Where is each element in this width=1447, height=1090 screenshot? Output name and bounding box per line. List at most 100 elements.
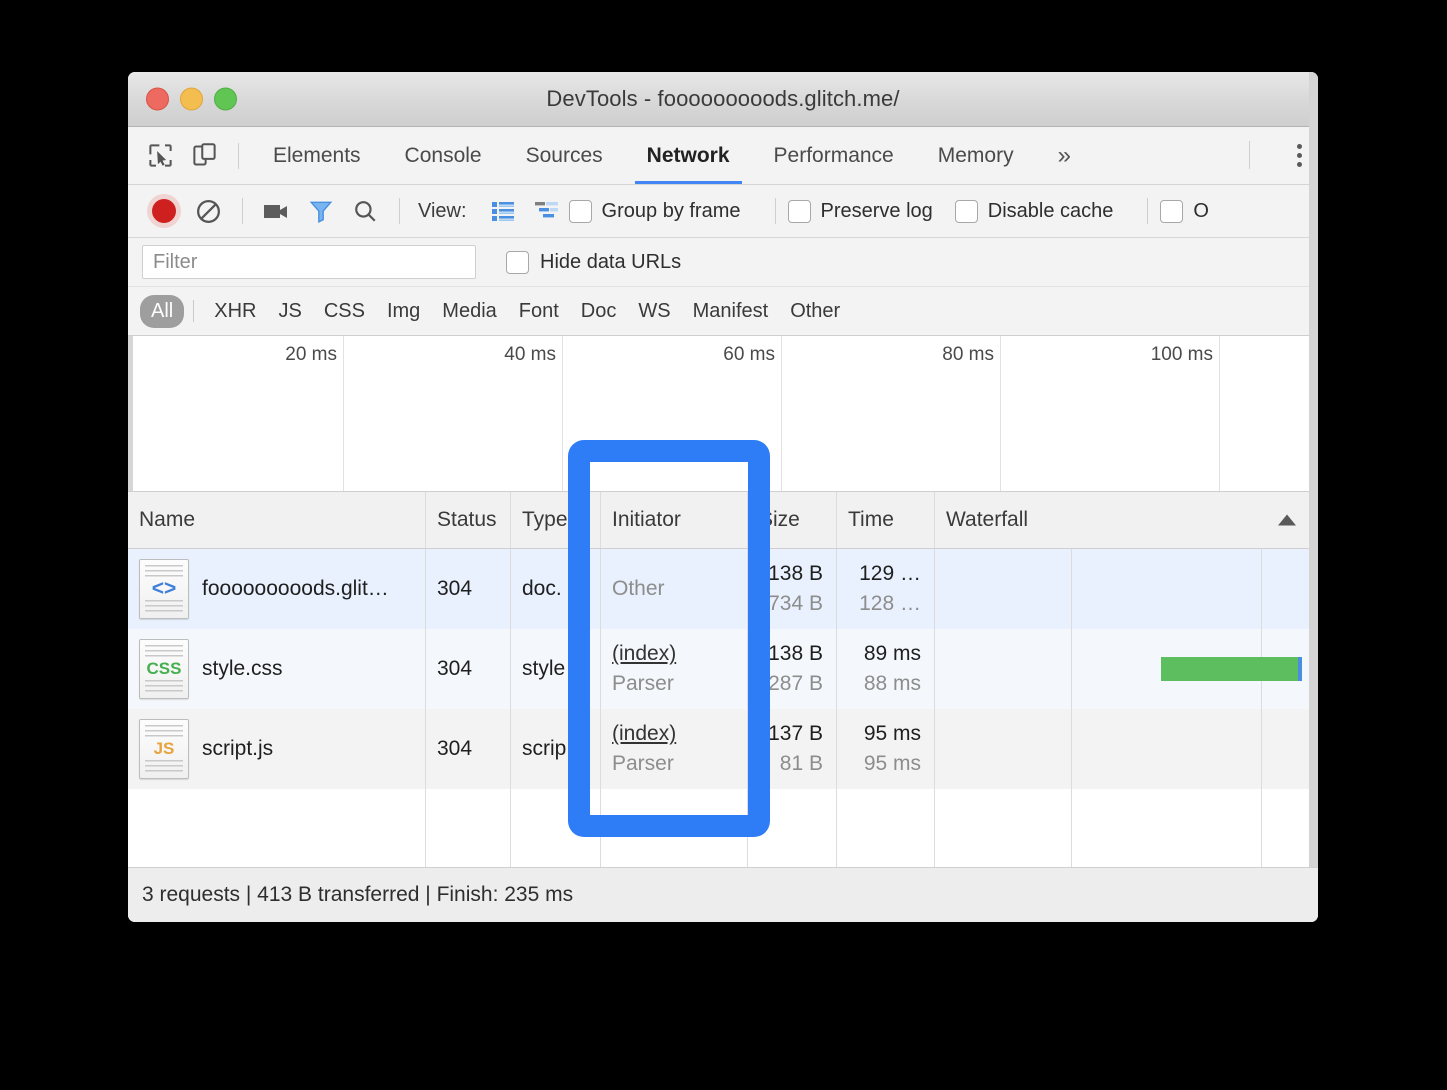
column-header-name[interactable]: Name xyxy=(128,492,426,548)
waterfall-gridline xyxy=(1261,709,1262,789)
type-filter-doc[interactable]: Doc xyxy=(570,295,628,328)
table-row[interactable]: CSS style.css 304 style (index) Parser 1… xyxy=(128,629,1318,709)
group-by-frame-box[interactable] xyxy=(568,199,592,223)
type-filter-manifest[interactable]: Manifest xyxy=(682,295,780,328)
disable-cache-box[interactable] xyxy=(954,199,978,223)
type-filter-css[interactable]: CSS xyxy=(313,295,376,328)
preserve-log-checkbox[interactable]: Preserve log xyxy=(787,199,933,223)
cell-name[interactable]: CSS style.css xyxy=(128,629,426,709)
device-toolbar-icon[interactable] xyxy=(182,134,226,178)
hide-data-urls-checkbox[interactable]: Hide data URLs xyxy=(506,250,682,274)
filter-bar: Filter Hide data URLs xyxy=(128,238,1318,287)
size-sub-value: 734 B xyxy=(768,592,823,615)
cell-waterfall[interactable] xyxy=(935,549,1318,629)
column-header-time[interactable]: Time xyxy=(837,492,935,548)
cell-initiator[interactable]: Other xyxy=(601,549,748,629)
waterfall-background xyxy=(935,709,1318,789)
time-sub-value: 128 … xyxy=(859,592,921,615)
cell-initiator[interactable]: (index) Parser xyxy=(601,709,748,789)
time-value: 129 … xyxy=(859,562,921,586)
empty-cell-status xyxy=(426,789,511,877)
more-tabs-chevron-icon[interactable]: » xyxy=(1036,142,1093,170)
window-titlebar: DevTools - fooooooooods.glitch.me/ xyxy=(128,72,1318,127)
cell-name[interactable]: JS script.js xyxy=(128,709,426,789)
cell-time: 95 ms 95 ms xyxy=(837,709,935,789)
cell-time: 89 ms 88 ms xyxy=(837,629,935,709)
type-filter-other[interactable]: Other xyxy=(779,295,851,328)
hide-data-urls-box[interactable] xyxy=(506,250,529,274)
status-summary-text: 3 requests | 413 B transferred | Finish:… xyxy=(142,883,574,906)
size-value: 137 B xyxy=(768,722,823,746)
network-overview-timeline[interactable]: 20 ms 40 ms 60 ms 80 ms 100 ms xyxy=(128,336,1318,492)
js-file-icon: JS xyxy=(139,719,189,779)
offline-box[interactable] xyxy=(1160,199,1184,223)
capture-screenshots-icon[interactable] xyxy=(255,189,299,233)
minimize-window-button[interactable] xyxy=(180,87,203,111)
column-header-waterfall[interactable]: Waterfall xyxy=(935,492,1318,548)
type-filter-font[interactable]: Font xyxy=(508,295,570,328)
cell-waterfall[interactable] xyxy=(935,709,1318,789)
type-filter-media[interactable]: Media xyxy=(431,295,507,328)
waterfall-bar[interactable] xyxy=(1160,657,1302,681)
tab-network[interactable]: Network xyxy=(625,127,752,184)
type-filter-all[interactable]: All xyxy=(140,294,185,328)
tab-console[interactable]: Console xyxy=(383,127,504,184)
filter-input[interactable]: Filter xyxy=(142,245,476,279)
overview-gridline xyxy=(1000,336,1001,491)
offline-checkbox[interactable]: O xyxy=(1160,199,1209,223)
initiator-link[interactable]: (index) xyxy=(612,719,676,749)
column-header-type[interactable]: Type xyxy=(511,492,601,548)
sort-ascending-triangle-icon[interactable] xyxy=(1278,514,1296,526)
inspect-element-icon[interactable] xyxy=(138,134,182,178)
tab-performance[interactable]: Performance xyxy=(752,127,916,184)
column-header-initiator[interactable]: Initiator xyxy=(601,492,748,548)
table-vertical-scrollbar[interactable] xyxy=(1309,72,1318,922)
tab-memory[interactable]: Memory xyxy=(916,127,1036,184)
type-filter-img[interactable]: Img xyxy=(376,295,431,328)
devtools-window: DevTools - fooooooooods.glitch.me/ Eleme… xyxy=(128,72,1318,922)
maximize-window-button[interactable] xyxy=(214,87,237,111)
preserve-log-box[interactable] xyxy=(787,199,811,223)
type-filter-js[interactable]: JS xyxy=(267,295,312,328)
tab-elements[interactable]: Elements xyxy=(251,127,383,184)
search-magnifier-icon[interactable] xyxy=(343,189,387,233)
size-sub-value: 81 B xyxy=(779,752,823,775)
table-row[interactable]: JS script.js 304 scrip (index) Parser 13… xyxy=(128,709,1318,789)
table-row[interactable]: <> fooooooooods.glit… 304 doc. Other 138… xyxy=(128,549,1318,629)
cell-name[interactable]: <> fooooooooods.glit… xyxy=(128,549,426,629)
kebab-menu-icon[interactable] xyxy=(1297,144,1302,167)
column-header-size[interactable]: Size xyxy=(748,492,837,548)
overview-gridline xyxy=(781,336,782,491)
cell-type: style xyxy=(511,629,601,709)
requests-table: Name Status Type Initiator Size Time Wat… xyxy=(128,492,1318,877)
initiator-link[interactable]: (index) xyxy=(612,639,676,669)
view-waterfall-icon[interactable] xyxy=(525,189,569,233)
tab-sources[interactable]: Sources xyxy=(504,127,625,184)
cell-type: doc. xyxy=(511,549,601,629)
empty-cell-waterfall xyxy=(935,789,1318,877)
css-file-icon: CSS xyxy=(139,639,189,699)
resource-type-filters: All XHR JS CSS Img Media Font Doc WS Man… xyxy=(128,287,1318,336)
hide-data-urls-label: Hide data URLs xyxy=(540,250,682,273)
toolbar-divider-3 xyxy=(774,198,776,224)
offline-label: O xyxy=(1193,199,1209,222)
clear-button-icon[interactable] xyxy=(186,189,230,233)
cell-time: 129 … 128 … xyxy=(837,549,935,629)
cell-status: 304 xyxy=(426,549,511,629)
disable-cache-checkbox[interactable]: Disable cache xyxy=(954,199,1113,223)
type-filter-xhr[interactable]: XHR xyxy=(203,295,267,328)
overview-left-handle[interactable] xyxy=(128,336,133,491)
column-header-status[interactable]: Status xyxy=(426,492,511,548)
waterfall-gridline xyxy=(1261,549,1262,629)
close-window-button[interactable] xyxy=(146,87,169,111)
type-filter-ws[interactable]: WS xyxy=(627,295,681,328)
group-by-frame-checkbox[interactable]: Group by frame xyxy=(568,199,741,223)
view-list-icon[interactable] xyxy=(481,189,525,233)
overview-tick-60ms: 60 ms xyxy=(723,344,775,365)
group-by-frame-label: Group by frame xyxy=(601,199,741,222)
filter-funnel-icon[interactable] xyxy=(299,189,343,233)
overview-tick-20ms: 20 ms xyxy=(285,344,337,365)
cell-initiator[interactable]: (index) Parser xyxy=(601,629,748,709)
record-button-icon[interactable] xyxy=(142,189,186,233)
cell-waterfall[interactable] xyxy=(935,629,1318,709)
